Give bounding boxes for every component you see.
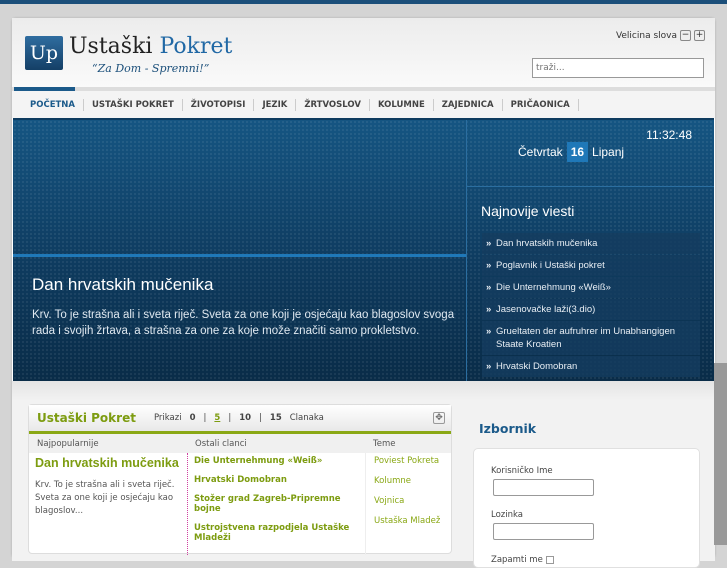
username-input[interactable] <box>493 479 594 496</box>
news-item[interactable]: Dan hrvatskih mučenika <box>482 233 700 254</box>
articles-module: Ustaški Pokret Prikazi 0 | 5 | 10 | 15 Clan… <box>28 404 452 555</box>
module-title: Ustaški Pokret <box>37 411 136 425</box>
page-container: Up Ustaški Pokret “Za Dom - Spremni!” Ve… <box>12 18 715 568</box>
featured-banner: Dan hrvatskih mučenika Krv. To je strašn… <box>13 118 714 381</box>
logo-text[interactable]: Ustaški Pokret <box>69 34 232 59</box>
article-link[interactable]: Stožer grad Zagreb-Pripremne bojne <box>194 494 359 514</box>
divider <box>13 254 466 257</box>
popular-article: Dan hrvatskih mučenika Krv. To je strašn… <box>29 453 187 555</box>
content-area: Ustaški Pokret Prikazi 0 | 5 | 10 | 15 Clan… <box>12 381 715 568</box>
logo-word-1: Ustaški <box>69 34 153 59</box>
count-15[interactable]: 15 <box>270 413 282 423</box>
article-link[interactable]: Hrvatski Domobran <box>194 475 359 485</box>
news-item[interactable]: Hrvatski Domobran <box>482 356 700 377</box>
nav-zivotopisi[interactable]: ŽIVOTOPISI <box>183 98 255 111</box>
day: 16 <box>566 142 589 162</box>
clock: 11:32:48 <box>646 128 692 142</box>
logo-word-2: Pokret <box>159 34 233 59</box>
logo-icon[interactable]: Up <box>25 36 63 70</box>
remember-text: Zapamti me <box>491 555 543 565</box>
username-label: Korisničko Ime <box>491 466 553 476</box>
popular-text: Krv. To je strašna ali i sveta riječ. Sv… <box>35 480 175 516</box>
date: Četvrtak 16 Lipanj <box>518 142 624 162</box>
separator: | <box>228 413 232 423</box>
month: Lipanj <box>592 145 625 159</box>
top-bar <box>0 0 727 4</box>
featured-text: Krv. To je strašna ali i sveta riječ. Sv… <box>32 309 455 337</box>
news-item[interactable]: Jasenovačke laži(3.dio) <box>482 299 700 320</box>
slogan: “Za Dom - Spremni!” <box>92 62 210 75</box>
show-label: Prikazi <box>153 413 182 423</box>
weekday: Četvrtak <box>518 145 563 159</box>
news-item[interactable]: Poglavnik i Ustaški pokret <box>482 255 700 276</box>
remember-label: Zapamti me <box>491 555 554 565</box>
featured-title[interactable]: Dan hrvatskih mučenika <box>32 275 213 295</box>
nav-kolumne[interactable]: KOLUMNE <box>370 98 434 111</box>
separator: | <box>203 413 207 423</box>
nav-zrtvoslov[interactable]: ŽRTVOSLOV <box>296 98 370 111</box>
topic-link[interactable]: Kolumne <box>374 476 440 487</box>
popular-title[interactable]: Dan hrvatskih mučenika <box>35 457 181 470</box>
latest-news-list: Dan hrvatskih mučenika Poglavnik i Ustaš… <box>482 233 700 378</box>
font-size-control: Velicina slova − + <box>616 30 705 41</box>
latest-news-title: Najnovije viesti <box>481 203 575 219</box>
col-topics: Teme <box>373 438 396 449</box>
col-other: Ostali clanci <box>195 438 247 449</box>
count-0[interactable]: 0 <box>190 413 196 423</box>
font-size-label: Velicina slova <box>615 30 677 41</box>
nav-zajednica[interactable]: ZAJEDNICA <box>434 98 503 111</box>
header: Up Ustaški Pokret “Za Dom - Spremni!” Ve… <box>12 18 715 88</box>
page-edge <box>714 363 727 545</box>
nav-pricaonica[interactable]: PRIČAONICA <box>503 98 579 111</box>
articles-label: Clanaka <box>289 413 324 423</box>
article-link[interactable]: Ustrojstvena razpodjela Ustaške Mladeži <box>194 523 359 543</box>
topic-link[interactable]: Vojnica <box>374 496 440 507</box>
count-5[interactable]: 5 <box>214 413 220 423</box>
remember-checkbox[interactable] <box>545 555 554 564</box>
search-input[interactable] <box>532 58 704 78</box>
module-header: Ustaški Pokret Prikazi 0 | 5 | 10 | 15 Clan… <box>29 405 451 434</box>
font-increase-button[interactable]: + <box>694 30 705 41</box>
password-input[interactable] <box>493 523 594 540</box>
password-label: Lozinka <box>491 510 523 520</box>
topic-link[interactable]: Poviest Pokreta <box>374 456 440 467</box>
separator: | <box>259 413 262 423</box>
topic-link[interactable]: Ustaška Mladež <box>374 516 440 527</box>
module-body: Dan hrvatskih mučenika Krv. To je strašn… <box>29 453 451 555</box>
main-nav: POČETNA USTAŠKI POKRET ŽIVOTOPISI JEZIK … <box>12 91 715 118</box>
move-icon[interactable]: ✥ <box>433 412 445 424</box>
count-10[interactable]: 10 <box>239 413 251 423</box>
column-headers: Najpopularnije Ostali clanci Teme <box>29 434 451 453</box>
nav-ustaski-pokret[interactable]: USTAŠKI POKRET <box>84 98 183 111</box>
other-articles: Die Unternehmung «Weiß» Hrvatski Domobra… <box>187 453 365 555</box>
menu-title: Izbornik <box>479 421 537 436</box>
news-panel: 11:32:48 Četvrtak 16 Lipanj Najnovije vi… <box>466 120 714 381</box>
divider <box>467 186 714 187</box>
article-link[interactable]: Die Unternehmung «Weiß» <box>194 456 359 466</box>
news-item[interactable]: Die Unternehmung «Weiß» <box>482 277 700 298</box>
nav-pocetna[interactable]: POČETNA <box>22 98 84 111</box>
nav-jezik[interactable]: JEZIK <box>254 98 297 111</box>
topics: Poviest Pokreta Kolumne Vojnica Ustaška … <box>365 453 448 555</box>
col-popular: Najpopularnije <box>37 438 99 449</box>
login-form: Korisničko Ime Lozinka Zapamti me <box>473 448 700 568</box>
font-decrease-button[interactable]: − <box>680 30 691 41</box>
news-item[interactable]: Grueltaten der aufruhrer im Unabhangigen… <box>482 321 700 355</box>
